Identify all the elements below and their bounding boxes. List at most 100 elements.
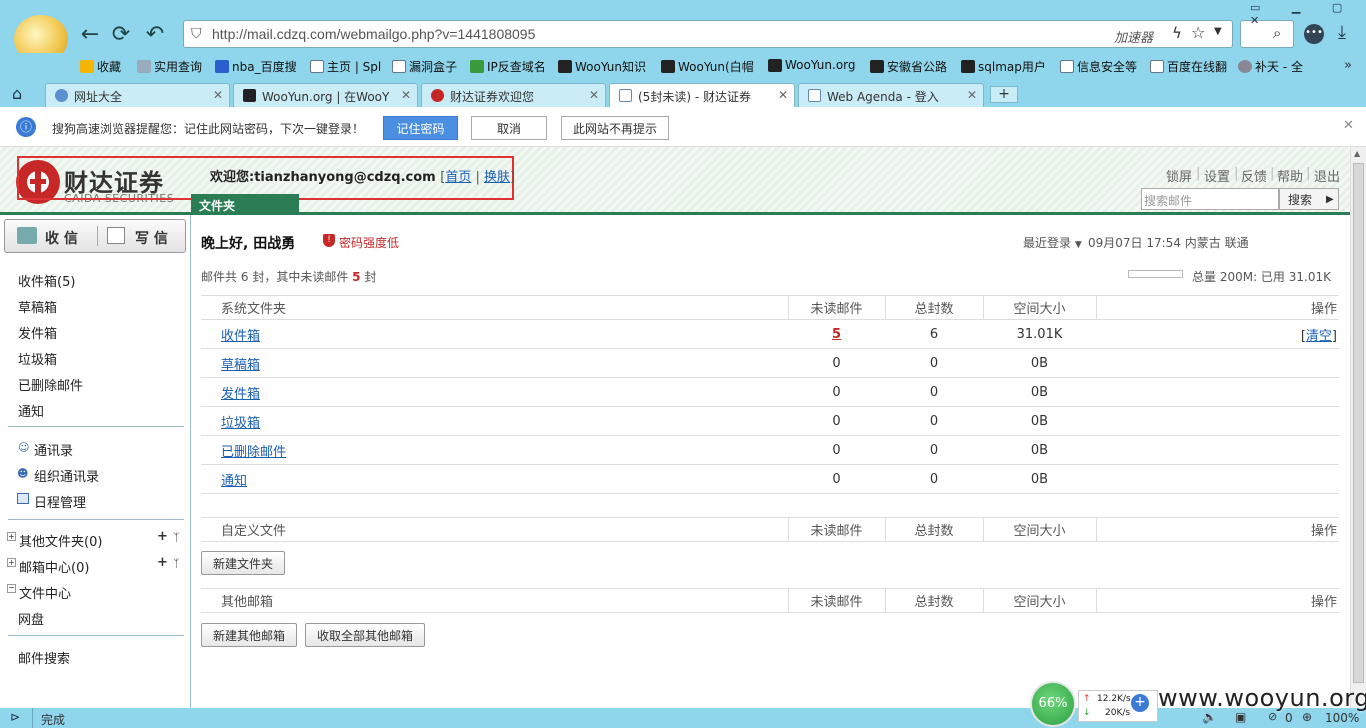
star-icon[interactable]: ☆	[1191, 23, 1205, 42]
zoom-icon[interactable]: ⊕	[1302, 710, 1312, 724]
sidebar-toggle-icon[interactable]: ⊳	[10, 710, 20, 724]
bookmark-item[interactable]: 收藏	[80, 58, 121, 75]
home-icon[interactable]: ⌂	[12, 84, 22, 103]
cancel-button[interactable]: 取消	[471, 116, 547, 140]
bookmark-item[interactable]: 安徽省公路	[870, 58, 947, 75]
close-icon[interactable]: ✕	[778, 88, 788, 102]
accelerator-label[interactable]: 加速器	[1114, 27, 1153, 46]
total-cell: 0	[885, 435, 983, 465]
help-link[interactable]: 帮助	[1277, 166, 1303, 185]
last-login-label[interactable]: 最近登录 ▼	[1023, 234, 1082, 251]
folder-link[interactable]: 草稿箱	[221, 358, 260, 373]
sidebar-item-inbox[interactable]: 收件箱(5)	[18, 271, 75, 290]
scroll-thumb[interactable]	[1353, 163, 1364, 683]
close-icon[interactable]: ✕	[213, 88, 223, 102]
clear-link[interactable]: 清空	[1306, 329, 1332, 344]
page-icon	[1060, 60, 1074, 73]
back-icon[interactable]: ←	[75, 19, 105, 49]
home-link[interactable]: 首页	[445, 170, 471, 185]
switch-skin-link[interactable]: 换肤	[484, 170, 510, 185]
sidebar-item-netdisk[interactable]: 网盘	[18, 609, 44, 628]
never-prompt-button[interactable]: 此网站不再提示	[561, 116, 669, 140]
fetch-all-button[interactable]: 收取全部其他邮箱	[305, 623, 425, 647]
sidebar-item-trash[interactable]: 垃圾箱	[18, 349, 57, 368]
bookmark-item[interactable]: sqlmap用户	[961, 58, 1046, 75]
add-icon[interactable]: +	[157, 555, 168, 570]
folder-link[interactable]: 收件箱	[221, 329, 260, 344]
tab-webagenda[interactable]: Web Agenda - 登入 ✕	[798, 83, 984, 107]
folder-link[interactable]: 垃圾箱	[221, 416, 260, 431]
tab-mail[interactable]: (5封未读) - 财达证券 ✕	[609, 83, 795, 107]
expand-icon[interactable]: +	[7, 532, 16, 541]
sidebar-item-mailbox-center[interactable]: 邮箱中心(0)	[19, 557, 89, 576]
expand-icon[interactable]: +	[7, 558, 16, 567]
lightning-icon[interactable]: ϟ	[1172, 24, 1182, 42]
sidebar-item-notice[interactable]: 通知	[18, 401, 44, 420]
settings-link[interactable]: 设置	[1204, 166, 1230, 185]
add-icon[interactable]: +	[1131, 694, 1149, 712]
tab-wooyun[interactable]: WooYun.org | 在WooY ✕	[233, 83, 418, 107]
sidebar-item-drafts[interactable]: 草稿箱	[18, 297, 57, 316]
sidebar-item-other-folders[interactable]: 其他文件夹(0)	[19, 531, 102, 550]
add-icon[interactable]: +	[157, 529, 168, 544]
close-icon[interactable]: ✕	[1343, 118, 1354, 133]
menu-dots-icon[interactable]: •••	[1304, 24, 1324, 44]
lock-screen-link[interactable]: 锁屏	[1166, 166, 1192, 185]
sidebar-item-sent[interactable]: 发件箱	[18, 323, 57, 342]
bookmark-item[interactable]: 漏洞盒子	[392, 58, 457, 75]
close-icon[interactable]: ✕	[589, 88, 599, 102]
undo-icon[interactable]: ↶	[140, 19, 170, 49]
zoom-level[interactable]: 100%	[1325, 711, 1359, 725]
folder-link[interactable]: 发件箱	[221, 387, 260, 402]
folder-link[interactable]: 通知	[221, 474, 247, 489]
sidebar-item-org-contacts[interactable]: 组织通讯录	[34, 466, 99, 485]
bookmark-item[interactable]: nba_百度搜	[215, 58, 297, 75]
tab-folders[interactable]: 文件夹	[191, 194, 299, 215]
more-bookmarks-icon[interactable]: »	[1344, 58, 1352, 73]
new-folder-button[interactable]: 新建文件夹	[201, 551, 285, 575]
folder-link[interactable]: 已删除邮件	[221, 445, 286, 460]
logout-link[interactable]: 退出	[1314, 166, 1340, 185]
col-unread: 未读邮件	[787, 588, 885, 613]
bookmark-item[interactable]: 补天 - 全	[1238, 58, 1303, 75]
chevron-down-icon[interactable]: ▼	[1214, 26, 1222, 37]
sidebar-item-deleted[interactable]: 已删除邮件	[18, 375, 83, 394]
settings-icon[interactable]: ᛉ	[173, 557, 180, 570]
unread-link[interactable]: 5	[832, 327, 841, 342]
bookmark-item[interactable]: 主页 | Spl	[310, 58, 381, 75]
receive-button[interactable]: 收 信	[45, 228, 78, 248]
tab-wangzhi[interactable]: 网址大全 ✕	[45, 83, 230, 107]
bookmark-item[interactable]: 信息安全等	[1060, 58, 1137, 75]
bookmark-item[interactable]: IP反查域名	[470, 58, 546, 75]
gift-icon[interactable]: ▣	[1235, 710, 1246, 724]
refresh-icon[interactable]: ⟳	[106, 19, 136, 49]
bookmark-item[interactable]: 百度在线翻	[1150, 58, 1227, 75]
close-icon[interactable]: ✕	[967, 88, 977, 102]
scrollbar[interactable]: ▲	[1350, 147, 1366, 708]
tab-caida[interactable]: 财达证券欢迎您 ✕	[421, 83, 606, 107]
sidebar-item-contacts[interactable]: 通讯录	[34, 440, 73, 459]
address-bar[interactable]: ⛉ http://mail.cdzq.com/webmailgo.php?v=1…	[183, 20, 1233, 48]
feedback-link[interactable]: 反馈	[1241, 166, 1267, 185]
new-other-mailbox-button[interactable]: 新建其他邮箱	[201, 623, 297, 647]
bookmark-item[interactable]: 实用查询	[137, 58, 202, 75]
sidebar-item-calendar[interactable]: 日程管理	[34, 492, 86, 511]
password-warning[interactable]: 密码强度低	[339, 234, 399, 251]
search-button[interactable]: 搜索 ▶	[1279, 188, 1339, 210]
url-text[interactable]: http://mail.cdzq.com/webmailgo.php?v=144…	[212, 26, 535, 42]
settings-icon[interactable]: ᛉ	[173, 531, 180, 544]
bookmark-item[interactable]: WooYun知识	[558, 58, 646, 75]
bookmark-item[interactable]: WooYun.org	[768, 58, 856, 72]
close-icon[interactable]: ✕	[401, 88, 411, 102]
cpu-gauge[interactable]: 66%	[1030, 681, 1076, 727]
compose-button[interactable]: 写 信	[135, 228, 168, 248]
scroll-up-icon[interactable]: ▲	[1354, 149, 1360, 158]
mail-search-input[interactable]: 搜索邮件	[1141, 188, 1279, 210]
collapse-icon[interactable]: −	[7, 584, 16, 593]
bookmark-item[interactable]: WooYun(白帽	[661, 58, 754, 75]
sidebar-item-mail-search[interactable]: 邮件搜索	[18, 648, 70, 667]
remember-password-button[interactable]: 记住密码	[383, 116, 458, 140]
new-tab-button[interactable]: +	[990, 86, 1018, 103]
volume-icon[interactable]: 🔈	[1202, 710, 1217, 724]
sidebar-item-file-center[interactable]: 文件中心	[19, 583, 71, 602]
